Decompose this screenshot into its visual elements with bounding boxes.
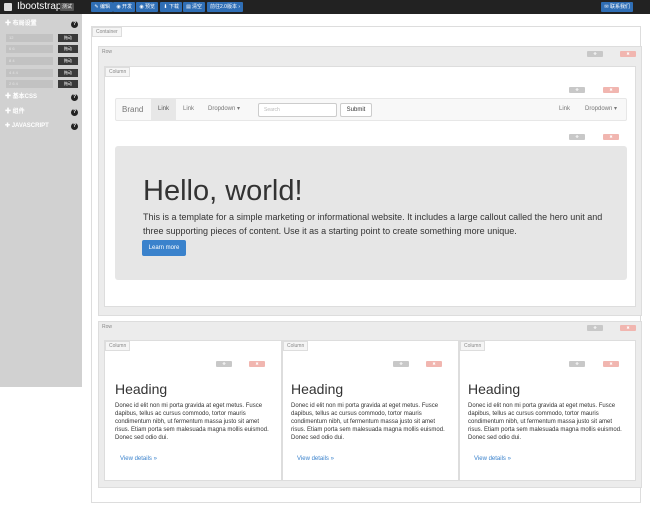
develop-button[interactable]: ◉开发 (113, 2, 136, 12)
jumbotron-text: This is a template for a simple marketin… (143, 212, 603, 236)
clear-button[interactable]: ▤清空 (183, 2, 206, 12)
help-icon[interactable]: ? (71, 94, 78, 101)
edit-icon: ✎ (94, 4, 99, 10)
layout-grid-field[interactable]: 12 (6, 34, 53, 42)
top-toolbar: Ibootstrap 测试 ✎编辑 ◉开发 ◉预览 ⬇下载 ▤清空 前往2.0版… (0, 0, 650, 14)
sidebar-section-layout[interactable]: ✚ 布局设置 (5, 20, 37, 28)
sidebar-section-components[interactable]: ✚ 组件 (5, 108, 25, 116)
jumbotron-title: Hello, world! (143, 175, 303, 207)
remove-icon[interactable]: ✖ (603, 134, 619, 140)
sidebar-section-javascript[interactable]: ✚ JAVASCRIPT (5, 122, 49, 130)
layout-grid-field[interactable]: 8 4 (6, 57, 53, 65)
layout-grid-field[interactable]: 6 6 (6, 45, 53, 53)
view-details-link[interactable]: View details » (120, 455, 157, 463)
navbar-search-input[interactable]: Search (258, 103, 337, 117)
edit-button[interactable]: ✎编辑 (91, 2, 114, 12)
layout-row-item: 8 4 拖动 (3, 57, 79, 65)
eye-icon: ◉ (139, 4, 144, 10)
eye-icon: ◉ (116, 4, 121, 10)
row-tag[interactable]: Row (99, 323, 115, 331)
app-brand[interactable]: Ibootstrap (17, 1, 61, 13)
help-icon[interactable]: ? (71, 109, 78, 116)
column-heading: Heading (115, 381, 168, 397)
move-icon[interactable]: ✥ (587, 51, 603, 57)
layout-grid-field[interactable]: 4 4 4 (6, 69, 53, 77)
drag-button[interactable]: 拖动 (58, 69, 78, 77)
navbar-brand[interactable]: Brand (122, 104, 143, 116)
container-tag[interactable]: Container (92, 27, 122, 37)
help-icon[interactable]: ? (71, 21, 78, 28)
version2-button[interactable]: 前往2.0版本 › (207, 2, 244, 12)
move-icon[interactable]: ✥ (569, 87, 585, 93)
move-icon[interactable]: ✥ (587, 325, 603, 331)
layout-row-item: 12 拖动 (3, 34, 79, 42)
drag-button[interactable]: 拖动 (58, 34, 78, 42)
view-details-link[interactable]: View details » (297, 455, 334, 463)
file-icon: ▤ (186, 4, 191, 10)
drag-button[interactable]: 拖动 (58, 57, 78, 65)
contact-button[interactable]: ✉联系我们 (601, 2, 634, 12)
learn-more-button[interactable]: Learn more (142, 240, 186, 256)
chevron-right-icon: › (238, 4, 241, 10)
chat-icon: ✉ (604, 4, 609, 10)
drag-button[interactable]: 拖动 (58, 80, 78, 88)
move-icon[interactable]: ✥ (216, 361, 232, 367)
column-tag[interactable]: Column (105, 67, 131, 77)
layout-row-item: 6 6 拖动 (3, 45, 79, 53)
column-heading: Heading (468, 381, 521, 397)
view-details-link[interactable]: View details » (474, 455, 511, 463)
layout-row-item: 4 4 4 拖动 (3, 69, 79, 77)
column-text: Donec id elit non mi porta gravida at eg… (291, 403, 445, 441)
layout-grid-field[interactable]: 2 6 4 (6, 80, 53, 88)
remove-icon[interactable]: ✖ (426, 361, 442, 367)
sidebar: ✚ 布局设置 ? 12 拖动 6 6 拖动 8 4 拖动 4 4 4 拖动 2 … (0, 14, 82, 387)
layout-row-item: 2 6 4 拖动 (3, 80, 79, 88)
menu-icon[interactable] (4, 3, 12, 11)
drag-button[interactable]: 拖动 (58, 45, 78, 53)
remove-icon[interactable]: ✖ (603, 361, 619, 367)
move-icon[interactable]: ✥ (393, 361, 409, 367)
remove-icon[interactable]: ✖ (603, 87, 619, 93)
column-text: Donec id elit non mi porta gravida at eg… (115, 403, 269, 441)
column-text: Donec id elit non mi porta gravida at eg… (468, 403, 622, 441)
remove-icon[interactable]: ✖ (620, 51, 636, 57)
download-button[interactable]: ⬇下载 (160, 2, 183, 12)
column-tag[interactable]: Column (283, 341, 309, 351)
navbar-link-active[interactable]: Link (151, 99, 176, 120)
version-badge: 测试 (60, 3, 75, 11)
navbar-submit-button[interactable]: Submit (340, 103, 372, 117)
move-icon[interactable]: ✥ (569, 134, 585, 140)
column-tag[interactable]: Column (105, 341, 131, 351)
navbar-link[interactable]: Link (183, 99, 194, 120)
jumbotron: Hello, world! This is a template for a s… (115, 146, 627, 280)
navbar-right-dropdown[interactable]: Dropdown ▾ (585, 99, 617, 120)
sidebar-section-basic-css[interactable]: ✚ 基本CSS (5, 93, 37, 101)
download-icon: ⬇ (163, 4, 168, 10)
navbar-right-link[interactable]: Link (559, 99, 570, 120)
move-icon[interactable]: ✥ (569, 361, 585, 367)
preview-button[interactable]: ◉预览 (136, 2, 159, 12)
remove-icon[interactable]: ✖ (249, 361, 265, 367)
help-icon[interactable]: ? (71, 123, 78, 130)
column-heading: Heading (291, 381, 344, 397)
column-tag[interactable]: Column (460, 341, 486, 351)
remove-icon[interactable]: ✖ (620, 325, 636, 331)
navbar-dropdown[interactable]: Dropdown ▾ (208, 99, 240, 120)
row-tag[interactable]: Row (99, 48, 115, 56)
navbar: Brand Link Link Dropdown ▾ Search Submit… (115, 98, 627, 121)
